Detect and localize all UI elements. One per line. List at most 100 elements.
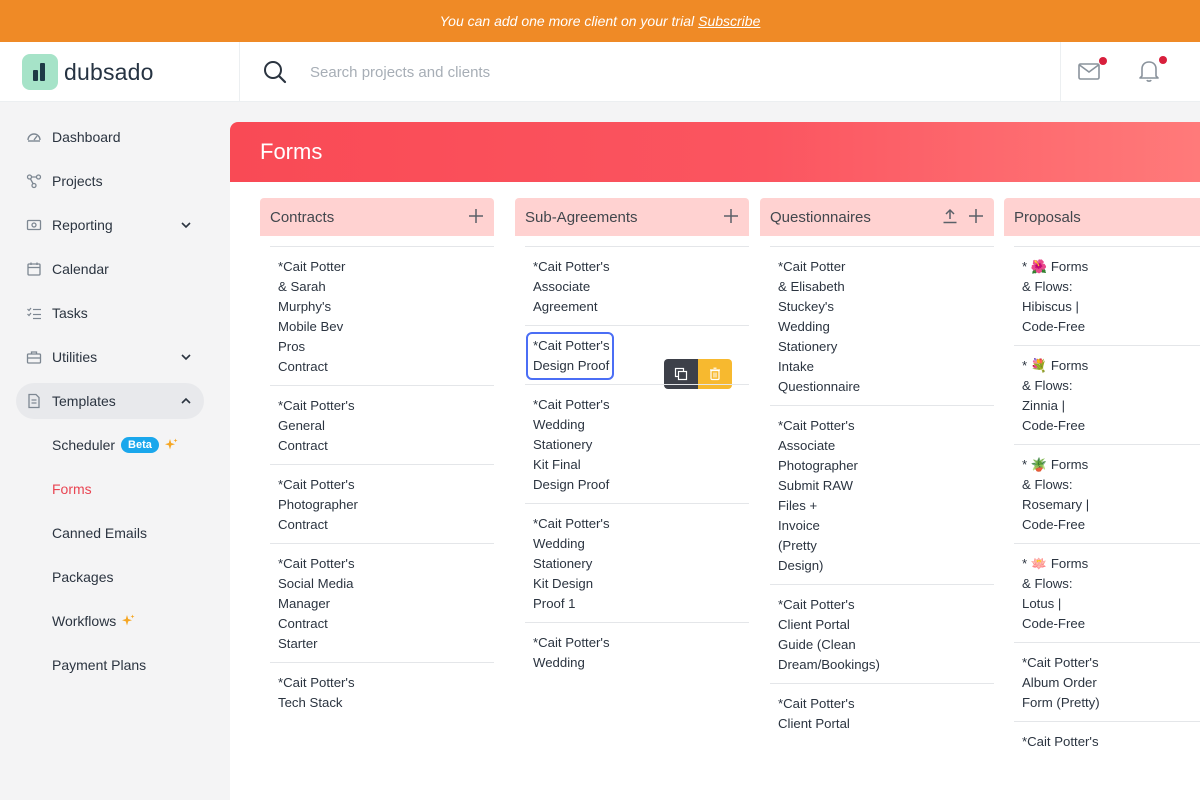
trash-icon: [710, 367, 720, 381]
list-item[interactable]: *Cait Potter's Tech Stack: [270, 662, 494, 721]
list-item[interactable]: *Cait Potter's Client Portal Guide (Clea…: [770, 584, 994, 683]
form-name: *Cait Potter's Wedding Stationery Kit Fi…: [533, 397, 610, 492]
form-name: *Cait Potter's Client Portal: [778, 696, 855, 731]
sidebar-subitem-payment-plans[interactable]: Payment Plans: [52, 653, 146, 677]
list-item[interactable]: *Cait Potter's: [1014, 721, 1200, 760]
mail-notification-dot: [1099, 57, 1107, 65]
sidebar-sublabel-workflows: Workflows: [52, 613, 117, 629]
form-name: *Cait Potter & Sarah Murphy's Mobile Bev…: [278, 259, 346, 374]
sidebar-item-projects[interactable]: Projects: [16, 163, 204, 199]
form-name: *Cait Potter's Wedding Stationery Kit De…: [533, 516, 610, 611]
form-name: *Cait Potter's Tech Stack: [278, 675, 355, 710]
form-name: * 🪴 Forms & Flows: Rosemary | Code-Free: [1022, 457, 1090, 532]
sidebar-label-projects: Projects: [52, 173, 103, 189]
top-icons: [1060, 42, 1200, 102]
list-item[interactable]: *Cait Potter & Sarah Murphy's Mobile Bev…: [270, 246, 494, 385]
mail-icon[interactable]: [1077, 59, 1101, 83]
tasks-icon: [26, 305, 42, 321]
list-item[interactable]: * 🌺 Forms & Flows: Hibiscus | Code-Free: [1014, 246, 1200, 345]
list-item[interactable]: *Cait Potter's Wedding Stationery Kit De…: [525, 503, 749, 622]
list-item[interactable]: * 🪴 Forms & Flows: Rosemary | Code-Free: [1014, 444, 1200, 543]
list-item[interactable]: *Cait Potter's Wedding Stationery Kit Fi…: [525, 384, 749, 503]
sidebar-sublabel-forms: Forms: [52, 481, 92, 497]
search-icon[interactable]: [262, 59, 288, 85]
sidebar-sublabel-scheduler: Scheduler: [52, 437, 116, 453]
sidebar-item-dashboard[interactable]: Dashboard: [16, 119, 204, 155]
form-list: * 🌺 Forms & Flows: Hibiscus | Code-Free …: [1014, 246, 1200, 760]
sidebar-item-calendar[interactable]: Calendar: [16, 251, 204, 287]
sidebar-item-tasks[interactable]: Tasks: [16, 295, 204, 331]
column-sub-agreements: Sub-Agreements *Cait Potter's Associate …: [515, 198, 749, 670]
sparkle-icon: [164, 438, 178, 450]
add-icon[interactable]: [723, 208, 739, 224]
sidebar-label-reporting: Reporting: [52, 217, 113, 233]
form-name: *Cait Potter & Elisabeth Stuckey's Weddi…: [778, 259, 861, 394]
sidebar-subitem-forms[interactable]: Forms: [52, 477, 92, 501]
sidebar-sublabel-packages: Packages: [52, 569, 114, 585]
list-item[interactable]: *Cait Potter's Client Portal: [770, 683, 994, 742]
chevron-up-icon[interactable]: [180, 395, 192, 407]
sparkle-icon: [122, 614, 135, 626]
dubsado-logo-icon: [22, 54, 58, 90]
reporting-icon: [26, 217, 42, 233]
subscribe-link[interactable]: Subscribe: [698, 13, 760, 29]
form-name: *Cait Potter's Associate Agreement: [533, 259, 610, 314]
list-item[interactable]: *Cait Potter's Wedding: [525, 622, 749, 681]
sidebar-item-templates[interactable]: Templates: [16, 383, 204, 419]
form-name: * 🪷 Forms & Flows: Lotus | Code-Free: [1022, 556, 1089, 631]
projects-icon: [26, 173, 42, 189]
list-item[interactable]: *Cait Potter's Photographer Contract: [270, 464, 494, 543]
page-title: Forms: [260, 139, 323, 164]
sidebar-subitem-scheduler[interactable]: Scheduler Beta: [52, 433, 178, 457]
column-header-sub-agreements: Sub-Agreements: [515, 198, 749, 236]
form-name: *Cait Potter's Client Portal Guide (Clea…: [778, 597, 880, 672]
list-item-selected[interactable]: *Cait Potter's Design Proof: [525, 325, 749, 389]
brand-logo[interactable]: dubsado: [0, 42, 240, 102]
sidebar-item-utilities[interactable]: Utilities: [16, 339, 204, 375]
page-header: Forms: [230, 122, 1200, 182]
sidebar-item-reporting[interactable]: Reporting: [16, 207, 204, 243]
bell-icon[interactable]: [1137, 58, 1161, 84]
column-proposals: Proposals * 🌺 Forms & Flows: Hibiscus | …: [1004, 198, 1200, 749]
brand-name: dubsado: [64, 58, 154, 85]
form-name: *Cait Potter's Social Media Manager Cont…: [278, 556, 355, 651]
trial-banner: You can add one more client on your tria…: [0, 0, 1200, 42]
chevron-down-icon[interactable]: [180, 351, 192, 363]
form-name: * 🌺 Forms & Flows: Hibiscus | Code-Free: [1022, 259, 1089, 334]
list-item[interactable]: *Cait Potter's Album Order Form (Pretty): [1014, 642, 1200, 721]
sidebar-subitem-workflows[interactable]: Workflows: [52, 609, 135, 633]
list-item[interactable]: *Cait Potter's Associate Photographer Su…: [770, 405, 994, 584]
form-name: *Cait Potter's Associate Photographer Su…: [778, 418, 858, 573]
sidebar-sublabel-canned-emails: Canned Emails: [52, 525, 147, 541]
sidebar-label-utilities: Utilities: [52, 349, 98, 365]
add-icon[interactable]: [468, 208, 484, 224]
list-item[interactable]: *Cait Potter & Elisabeth Stuckey's Weddi…: [770, 246, 994, 405]
form-name: *Cait Potter's Wedding: [533, 635, 610, 670]
sidebar-label-tasks: Tasks: [52, 305, 88, 321]
form-name: * 💐 Forms & Flows: Zinnia | Code-Free: [1022, 358, 1089, 433]
list-item[interactable]: * 🪷 Forms & Flows: Lotus | Code-Free: [1014, 543, 1200, 642]
list-item[interactable]: *Cait Potter's Associate Agreement: [525, 246, 749, 325]
bell-notification-dot: [1159, 56, 1167, 64]
list-item[interactable]: *Cait Potter's Social Media Manager Cont…: [270, 543, 494, 662]
column-title: Questionnaires: [770, 208, 871, 226]
column-header-questionnaires: Questionnaires: [760, 198, 994, 236]
chevron-down-icon[interactable]: [180, 219, 192, 231]
trial-message: You can add one more client on your tria…: [439, 13, 695, 29]
add-icon[interactable]: [968, 208, 984, 224]
column-contracts: Contracts *Cait Potter & Sarah Murphy's …: [260, 198, 494, 710]
list-item[interactable]: * 💐 Forms & Flows: Zinnia | Code-Free: [1014, 345, 1200, 444]
upload-icon[interactable]: [942, 208, 958, 224]
list-item[interactable]: *Cait Potter's General Contract: [270, 385, 494, 464]
search-input[interactable]: [310, 58, 910, 86]
column-header-contracts: Contracts: [260, 198, 494, 236]
form-list: *Cait Potter & Sarah Murphy's Mobile Bev…: [270, 246, 494, 721]
form-name: *Cait Potter's Photographer Contract: [278, 477, 358, 532]
form-name: *Cait Potter's: [1022, 734, 1099, 749]
sidebar-subitem-canned-emails[interactable]: Canned Emails: [52, 521, 147, 545]
dashboard-icon: [26, 129, 42, 145]
sidebar-label-calendar: Calendar: [52, 261, 109, 277]
sidebar-label-dashboard: Dashboard: [52, 129, 121, 145]
column-header-proposals: Proposals: [1004, 198, 1200, 236]
sidebar-subitem-packages[interactable]: Packages: [52, 565, 113, 589]
